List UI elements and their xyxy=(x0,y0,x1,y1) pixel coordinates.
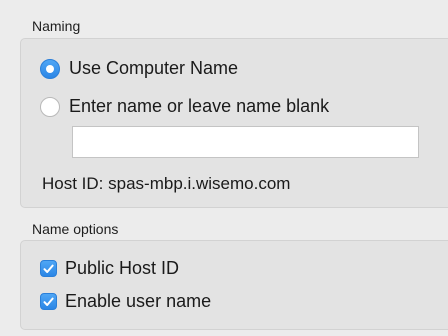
checkmark-icon[interactable] xyxy=(40,260,57,277)
enter-name-label: Enter name or leave name blank xyxy=(69,96,330,116)
name-input[interactable] xyxy=(72,126,419,158)
host-id-label: Host ID: xyxy=(42,174,104,193)
enter-name-radio[interactable]: Enter name or leave name blank xyxy=(40,96,329,117)
checkmark-icon[interactable] xyxy=(40,293,57,310)
radio-selected-icon[interactable] xyxy=(40,58,60,79)
public-host-id-label: Public Host ID xyxy=(65,258,180,278)
enable-user-name-label: Enable user name xyxy=(65,291,212,311)
host-id-text: Host ID: spas-mbp.i.wisemo.com xyxy=(42,174,290,194)
public-host-id-checkbox[interactable]: Public Host ID xyxy=(40,258,179,279)
enable-user-name-checkbox[interactable]: Enable user name xyxy=(40,291,211,312)
use-computer-name-radio[interactable]: Use Computer Name xyxy=(40,58,238,79)
name-options-group xyxy=(20,240,448,330)
use-computer-name-label: Use Computer Name xyxy=(69,58,239,78)
radio-unselected-icon[interactable] xyxy=(40,96,60,117)
name-options-section-title: Name options xyxy=(32,221,119,237)
host-id-value: spas-mbp.i.wisemo.com xyxy=(108,174,291,193)
naming-section-title: Naming xyxy=(32,18,81,34)
